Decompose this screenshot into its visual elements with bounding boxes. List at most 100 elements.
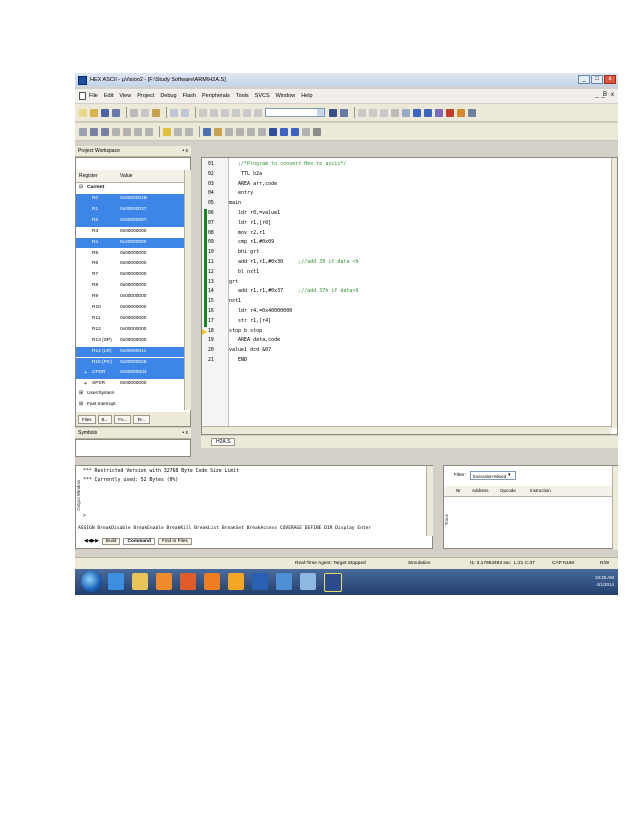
- new-file-icon[interactable]: [79, 108, 87, 117]
- enable-breakpoint-icon[interactable]: [435, 108, 443, 117]
- register-row[interactable]: R10 0x00000000: [76, 303, 184, 314]
- firefox-icon[interactable]: [204, 573, 220, 590]
- register-group-current[interactable]: ⊟ Current: [76, 183, 184, 194]
- expand-icon[interactable]: +: [84, 368, 87, 379]
- code-line[interactable]: 01 ;/*Program to convert Hex to ascii*/: [202, 160, 602, 170]
- menu-view[interactable]: View: [119, 93, 131, 99]
- open-folder-icon[interactable]: [90, 108, 98, 117]
- editor-horizontal-scrollbar[interactable]: [202, 426, 611, 434]
- build-icon[interactable]: [90, 127, 98, 136]
- code-line[interactable]: 14 add r1,r1,#0x37 ;//add 37h if data>9: [202, 287, 602, 298]
- step-out-icon[interactable]: [185, 127, 193, 136]
- value-column-label[interactable]: Value: [120, 173, 132, 179]
- command-prompt[interactable]: >: [83, 514, 86, 519]
- register-row[interactable]: R0 0x0000001B: [76, 194, 184, 205]
- expand-icon[interactable]: ⊞: [79, 389, 83, 400]
- save-all-icon[interactable]: [112, 108, 120, 117]
- app-icon[interactable]: [180, 573, 196, 590]
- paste-icon[interactable]: [152, 108, 160, 117]
- code-line[interactable]: 20 value1 dcd &07: [202, 346, 602, 356]
- register-group-user-system[interactable]: ⊞ User/System: [76, 389, 184, 400]
- document-icon[interactable]: [79, 92, 86, 100]
- clear-bookmarks-icon[interactable]: [254, 108, 262, 117]
- tab-templates[interactable]: Te...: [133, 414, 150, 424]
- redo-icon[interactable]: [181, 108, 189, 117]
- menu-edit[interactable]: Edit: [104, 93, 113, 99]
- code-line[interactable]: 13 grt: [202, 277, 602, 288]
- code-line[interactable]: 02 TTL h2a: [202, 170, 602, 180]
- next-bookmark-icon[interactable]: [232, 108, 240, 117]
- watch-icon[interactable]: [236, 127, 244, 136]
- register-value[interactable]: 0x00000000: [120, 259, 146, 270]
- register-value[interactable]: 0x40000000: [120, 238, 146, 249]
- trace-col-nr[interactable]: Nr: [456, 488, 461, 493]
- find-combo[interactable]: [265, 108, 325, 117]
- tab-books[interactable]: B...: [97, 414, 113, 424]
- ie-icon[interactable]: [108, 573, 124, 590]
- register-row[interactable]: R3 0x00000000: [76, 227, 184, 238]
- output-window-icon[interactable]: [214, 127, 222, 136]
- media-player-icon[interactable]: [156, 573, 172, 590]
- register-row[interactable]: R7 0x00000000: [76, 270, 184, 281]
- collapse-icon[interactable]: ⊟: [79, 183, 83, 194]
- register-row[interactable]: R5 0x00000000: [76, 249, 184, 260]
- run-icon[interactable]: [145, 127, 153, 136]
- code-line[interactable]: 10 bhi grt: [202, 248, 602, 258]
- register-row[interactable]: R9 0x00000000: [76, 292, 184, 303]
- mdi-close-button[interactable]: x: [611, 92, 614, 98]
- menu-svcs[interactable]: SVCS: [255, 93, 270, 99]
- register-value[interactable]: 0x00000000: [120, 227, 146, 238]
- register-row[interactable]: R11 0x00000000: [76, 314, 184, 325]
- trace-col-instruction[interactable]: Instruction: [530, 488, 551, 493]
- tab-functions[interactable]: Fu...: [114, 414, 132, 424]
- code-line[interactable]: 15 nxt1: [202, 297, 602, 307]
- code-line[interactable]: 12 bl nxt1: [202, 267, 602, 278]
- save-icon[interactable]: [101, 108, 109, 117]
- rebuild-icon[interactable]: [101, 127, 109, 136]
- register-row[interactable]: R1 0x00000037: [76, 204, 184, 216]
- register-row[interactable]: R12 0x00000000: [76, 325, 184, 336]
- load-icon[interactable]: [123, 127, 131, 136]
- disassembly-icon[interactable]: [225, 127, 233, 136]
- project-window-icon[interactable]: [203, 127, 211, 136]
- source-editor[interactable]: 01 ;/*Program to convert Hex to ascii*/0…: [201, 157, 618, 435]
- register-row[interactable]: R14 (LR) 0x0000001c: [76, 346, 184, 358]
- code-line[interactable]: 21 END: [202, 356, 602, 366]
- code-line[interactable]: 17 str r1,[r4]: [202, 316, 602, 327]
- register-value[interactable]: 0x00000000: [120, 325, 146, 336]
- chevron-down-icon[interactable]: ▾: [508, 472, 511, 478]
- register-column-label[interactable]: Register: [79, 173, 98, 179]
- menu-help[interactable]: Help: [301, 93, 312, 99]
- register-group-fast-interrupt[interactable]: ⊞ Fast Interrupt: [76, 400, 184, 411]
- find-in-files-icon[interactable]: [340, 108, 348, 117]
- undo-icon[interactable]: [170, 108, 178, 117]
- code-line[interactable]: 09 cmp r1,#0x09: [202, 238, 602, 249]
- app-icon[interactable]: [276, 573, 292, 590]
- register-value[interactable]: 0x00000028: [120, 358, 146, 369]
- step-icon[interactable]: [163, 127, 171, 136]
- logic-analyzer-icon[interactable]: [269, 127, 277, 136]
- menu-debug[interactable]: Debug: [160, 93, 176, 99]
- register-value[interactable]: 0x00000000: [120, 336, 146, 347]
- tab-nav-arrows[interactable]: ◀◀▶▶: [84, 539, 99, 544]
- output-scrollbar[interactable]: [426, 466, 433, 536]
- minimize-button[interactable]: _: [578, 75, 590, 84]
- notepad-icon[interactable]: [300, 573, 316, 590]
- start-button-icon[interactable]: [81, 571, 102, 592]
- register-value[interactable]: 0x0000001c: [120, 347, 146, 358]
- editor-vertical-scrollbar[interactable]: [611, 158, 617, 428]
- cut-icon[interactable]: [130, 108, 138, 117]
- register-value[interactable]: 0x00000037: [120, 205, 146, 216]
- register-row[interactable]: R6 0x00000000: [76, 259, 184, 270]
- menu-window[interactable]: Window: [276, 93, 296, 99]
- batch-build-icon[interactable]: [468, 108, 476, 117]
- tray-date[interactable]: 4/1/2014: [595, 581, 614, 588]
- tab-build[interactable]: Build: [101, 538, 121, 545]
- performance-icon[interactable]: [280, 127, 288, 136]
- expand-icon[interactable]: ⊞: [79, 400, 83, 411]
- code-coverage-icon[interactable]: [291, 127, 299, 136]
- goto-icon[interactable]: [380, 108, 388, 117]
- toolbox-icon[interactable]: [302, 127, 310, 136]
- code-line[interactable]: 16 ldr r4,=0x40000000: [202, 307, 602, 317]
- register-row[interactable]: R2 0x00000007: [76, 215, 184, 227]
